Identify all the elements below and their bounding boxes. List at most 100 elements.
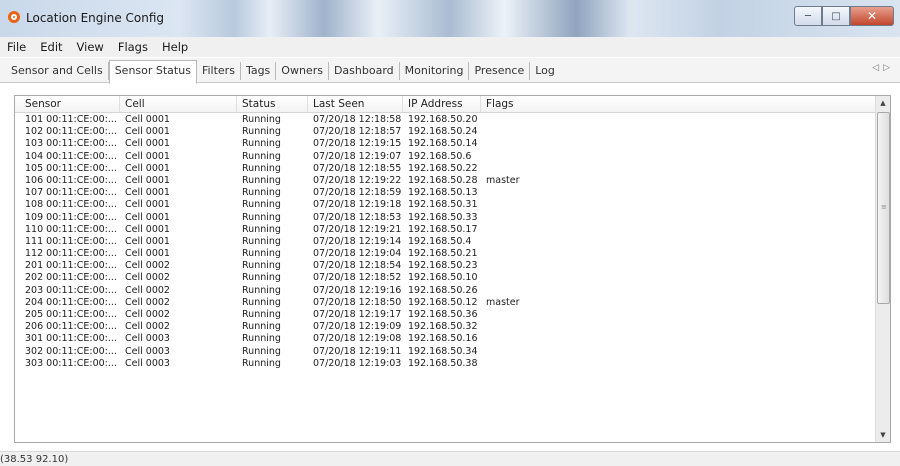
cell-cell: Cell 0001: [125, 223, 170, 235]
window-controls: ─ □ ✕: [794, 6, 894, 26]
cell-last-seen: 07/20/18 12:19:09: [313, 321, 402, 333]
cell-cell: Cell 0001: [125, 150, 170, 162]
cell-ip-address: 192.168.50.10: [408, 272, 478, 284]
scrollbar-thumb[interactable]: ≡: [877, 112, 890, 304]
cell-status: Running: [242, 357, 281, 369]
tab-sensor-status[interactable]: Sensor Status: [108, 60, 197, 84]
column-header-last-seen[interactable]: Last Seen: [313, 98, 364, 110]
table-row[interactable]: 102 00:11:CE:00:... Cell 0001 Running 07/20…: [15, 126, 875, 138]
cell-last-seen: 07/20/18 12:18:50: [313, 296, 402, 308]
cell-status: Running: [242, 126, 281, 138]
table-row[interactable]: 112 00:11:CE:00:... Cell 0001 Running 07/20…: [15, 248, 875, 260]
cell-last-seen: 07/20/18 12:19:08: [313, 333, 402, 345]
table-row[interactable]: 206 00:11:CE:00:... Cell 0002 Running 07/20…: [15, 321, 875, 333]
table-row[interactable]: 106 00:11:CE:00:... Cell 0001 Running 07/20…: [15, 175, 875, 187]
cell-ip-address: 192.168.50.23: [408, 260, 478, 272]
cell-flags: master: [486, 296, 520, 308]
cell-status: Running: [242, 296, 281, 308]
maximize-button[interactable]: □: [822, 6, 850, 26]
scroll-up-arrow-icon[interactable]: ▲: [876, 96, 890, 110]
table-row[interactable]: 105 00:11:CE:00:... Cell 0001 Running 07/20…: [15, 163, 875, 175]
cell-sensor: 103 00:11:CE:00:...: [25, 138, 117, 150]
column-header-cell[interactable]: Cell: [125, 98, 145, 110]
tab-scroll-arrows-icon[interactable]: ◁▷: [872, 63, 894, 73]
cell-status: Running: [242, 162, 281, 174]
table-row[interactable]: 110 00:11:CE:00:... Cell 0001 Running 07/20…: [15, 224, 875, 236]
tab-presence[interactable]: Presence: [469, 62, 531, 80]
tab-log[interactable]: Log: [530, 62, 560, 80]
tab-dashboard[interactable]: Dashboard: [329, 62, 400, 80]
cell-ip-address: 192.168.50.17: [408, 223, 478, 235]
table-row[interactable]: 101 00:11:CE:00:... Cell 0001 Running 07/20…: [15, 114, 875, 126]
minimize-icon: ─: [804, 10, 812, 22]
column-header-sensor[interactable]: Sensor: [25, 98, 61, 110]
cell-cell: Cell 0001: [125, 211, 170, 223]
cell-status: Running: [242, 248, 281, 260]
cell-status: Running: [242, 199, 281, 211]
table-row[interactable]: 109 00:11:CE:00:... Cell 0001 Running 07/20…: [15, 212, 875, 224]
scrollbar-grip-icon: ≡: [881, 203, 887, 211]
cell-last-seen: 07/20/18 12:18:53: [313, 211, 402, 223]
table-row[interactable]: 302 00:11:CE:00:... Cell 0003 Running 07/20…: [15, 346, 875, 358]
cell-status: Running: [242, 187, 281, 199]
table-row[interactable]: 201 00:11:CE:00:... Cell 0002 Running 07/20…: [15, 260, 875, 272]
tab-filters[interactable]: Filters: [197, 62, 241, 80]
cell-ip-address: 192.168.50.31: [408, 199, 478, 211]
menu-bar: File Edit View Flags Help: [0, 37, 900, 57]
tab-owners[interactable]: Owners: [276, 62, 329, 80]
cell-sensor: 102 00:11:CE:00:...: [25, 126, 117, 138]
table-row[interactable]: 301 00:11:CE:00:... Cell 0003 Running 07/20…: [15, 333, 875, 345]
close-button[interactable]: ✕: [850, 6, 894, 26]
cell-cell: Cell 0002: [125, 321, 170, 333]
table-row[interactable]: 108 00:11:CE:00:... Cell 0001 Running 07/20…: [15, 199, 875, 211]
tab-sensor-and-cells[interactable]: Sensor and Cells: [6, 62, 109, 80]
table-row[interactable]: 107 00:11:CE:00:... Cell 0001 Running 07/20…: [15, 187, 875, 199]
menu-flags[interactable]: Flags: [111, 40, 155, 54]
scroll-down-arrow-icon[interactable]: ▼: [876, 428, 890, 442]
menu-file[interactable]: File: [0, 40, 33, 54]
cell-last-seen: 07/20/18 12:19:21: [313, 223, 402, 235]
column-header-status[interactable]: Status: [242, 98, 275, 110]
menu-view[interactable]: View: [70, 40, 111, 54]
cell-sensor: 109 00:11:CE:00:...: [25, 211, 117, 223]
cell-ip-address: 192.168.50.4: [408, 235, 472, 247]
tab-monitoring[interactable]: Monitoring: [400, 62, 470, 80]
tab-tags[interactable]: Tags: [241, 62, 277, 80]
cell-sensor: 206 00:11:CE:00:...: [25, 321, 117, 333]
table-row[interactable]: 204 00:11:CE:00:... Cell 0002 Running 07/20…: [15, 297, 875, 309]
cell-ip-address: 192.168.50.16: [408, 333, 478, 345]
title-bar[interactable]: Location Engine Config ─ □ ✕: [0, 0, 900, 37]
tab-bar: Sensor and Cells Sensor Status Filters T…: [0, 58, 900, 84]
cell-ip-address: 192.168.50.26: [408, 284, 478, 296]
cell-cell: Cell 0001: [125, 199, 170, 211]
cell-sensor: 104 00:11:CE:00:...: [25, 150, 117, 162]
cell-status: Running: [242, 211, 281, 223]
table-row[interactable]: 203 00:11:CE:00:... Cell 0002 Running 07/20…: [15, 285, 875, 297]
cell-sensor: 301 00:11:CE:00:...: [25, 333, 117, 345]
cell-ip-address: 192.168.50.6: [408, 150, 472, 162]
cell-status: Running: [242, 174, 281, 186]
cell-ip-address: 192.168.50.38: [408, 357, 478, 369]
cell-status: Running: [242, 345, 281, 357]
table-row[interactable]: 104 00:11:CE:00:... Cell 0001 Running 07/20…: [15, 151, 875, 163]
table-row[interactable]: 202 00:11:CE:00:... Cell 0002 Running 07/20…: [15, 272, 875, 284]
cell-status: Running: [242, 138, 281, 150]
cell-cell: Cell 0002: [125, 284, 170, 296]
cell-status: Running: [242, 272, 281, 284]
column-header-flags[interactable]: Flags: [486, 98, 514, 110]
window-title: Location Engine Config: [26, 11, 165, 25]
sensor-status-table: Sensor Cell Status Last Seen IP Address …: [14, 95, 891, 443]
table-row[interactable]: 205 00:11:CE:00:... Cell 0002 Running 07/20…: [15, 309, 875, 321]
menu-help[interactable]: Help: [155, 40, 195, 54]
table-row[interactable]: 111 00:11:CE:00:... Cell 0001 Running 07/20…: [15, 236, 875, 248]
table-row[interactable]: 303 00:11:CE:00:... Cell 0003 Running 07/20…: [15, 358, 875, 370]
cell-ip-address: 192.168.50.32: [408, 321, 478, 333]
table-row[interactable]: 103 00:11:CE:00:... Cell 0001 Running 07/20…: [15, 138, 875, 150]
vertical-scrollbar[interactable]: ▲ ≡ ▼: [875, 96, 890, 442]
cell-cell: Cell 0002: [125, 272, 170, 284]
cell-status: Running: [242, 333, 281, 345]
minimize-button[interactable]: ─: [794, 6, 822, 26]
column-header-ip-address[interactable]: IP Address: [408, 98, 463, 110]
cell-last-seen: 07/20/18 12:19:04: [313, 248, 402, 260]
menu-edit[interactable]: Edit: [33, 40, 69, 54]
